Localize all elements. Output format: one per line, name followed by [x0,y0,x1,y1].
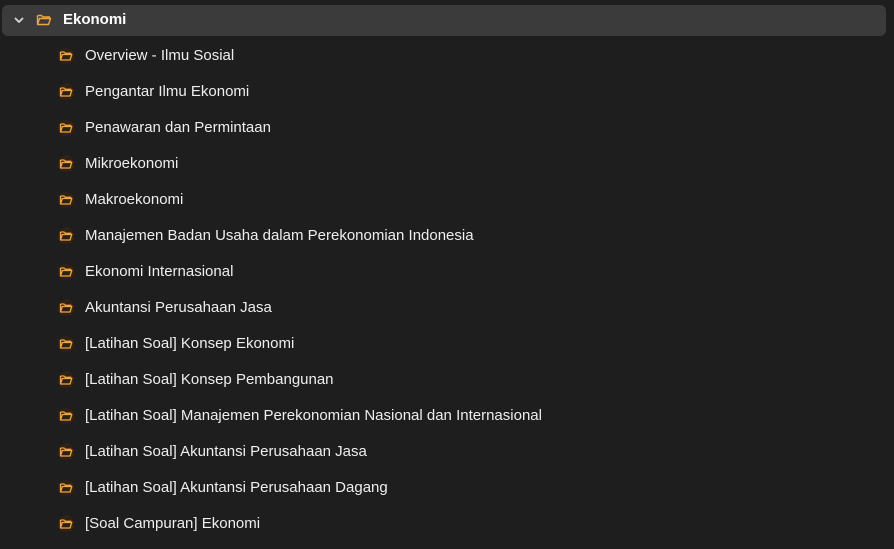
tree-item[interactable]: [Latihan Soal] Manajemen Perekonomian Na… [0,398,894,434]
tree-item[interactable]: Overview - Ilmu Sosial [0,38,894,74]
folder-tree: Ekonomi Overview - Ilmu Sosial Pengantar … [0,0,894,549]
folder-open-icon [36,12,52,28]
tree-item[interactable]: Mikroekonomi [0,146,894,182]
tree-children: Overview - Ilmu Sosial Pengantar Ilmu Eko… [0,38,894,542]
tree-item-label: Ekonomi Internasional [85,263,234,280]
folder-open-icon [57,335,75,353]
tree-item[interactable]: [Latihan Soal] Konsep Pembangunan [0,362,894,398]
folder-open-icon [57,299,75,317]
tree-item-label: [Latihan Soal] Konsep Ekonomi [85,335,295,352]
folder-open-icon [57,443,75,461]
tree-item[interactable]: Pengantar Ilmu Ekonomi [0,74,894,110]
folder-open-icon [57,263,75,281]
folder-open-icon [57,191,75,209]
tree-item[interactable]: Ekonomi Internasional [0,254,894,290]
tree-root-ekonomi[interactable]: Ekonomi [2,5,886,36]
tree-item-label: Makroekonomi [85,191,184,208]
tree-item[interactable]: Penawaran dan Permintaan [0,110,894,146]
tree-item-label: Penawaran dan Permintaan [85,119,271,136]
tree-item-label: [Soal Campuran] Ekonomi [85,515,261,532]
chevron-down-icon[interactable] [12,13,26,27]
folder-open-icon [57,227,75,245]
tree-item-label: [Latihan Soal] Manajemen Perekonomian Na… [85,407,542,424]
tree-root-label: Ekonomi [63,11,127,28]
tree-item[interactable]: [Latihan Soal] Konsep Ekonomi [0,326,894,362]
folder-open-icon [57,371,75,389]
folder-open-icon [57,83,75,101]
tree-item-label: [Latihan Soal] Akuntansi Perusahaan Jasa [85,443,367,460]
tree-item[interactable]: Akuntansi Perusahaan Jasa [0,290,894,326]
folder-open-icon [57,47,75,65]
folder-open-icon [57,479,75,497]
folder-open-icon [57,155,75,173]
tree-item-label: Mikroekonomi [85,155,179,172]
tree-item[interactable]: Makroekonomi [0,182,894,218]
tree-item[interactable]: [Soal Campuran] Ekonomi [0,506,894,542]
tree-item-label: Pengantar Ilmu Ekonomi [85,83,250,100]
folder-open-icon [57,119,75,137]
tree-item-label: Overview - Ilmu Sosial [85,47,235,64]
tree-item-label: [Latihan Soal] Konsep Pembangunan [85,371,334,388]
folder-open-icon [57,407,75,425]
folder-open-icon [57,515,75,533]
tree-item-label: [Latihan Soal] Akuntansi Perusahaan Daga… [85,479,388,496]
tree-item[interactable]: [Latihan Soal] Akuntansi Perusahaan Daga… [0,470,894,506]
tree-item[interactable]: [Latihan Soal] Akuntansi Perusahaan Jasa [0,434,894,470]
tree-item-label: Akuntansi Perusahaan Jasa [85,299,272,316]
tree-item-label: Manajemen Badan Usaha dalam Perekonomian… [85,227,474,244]
tree-item[interactable]: Manajemen Badan Usaha dalam Perekonomian… [0,218,894,254]
